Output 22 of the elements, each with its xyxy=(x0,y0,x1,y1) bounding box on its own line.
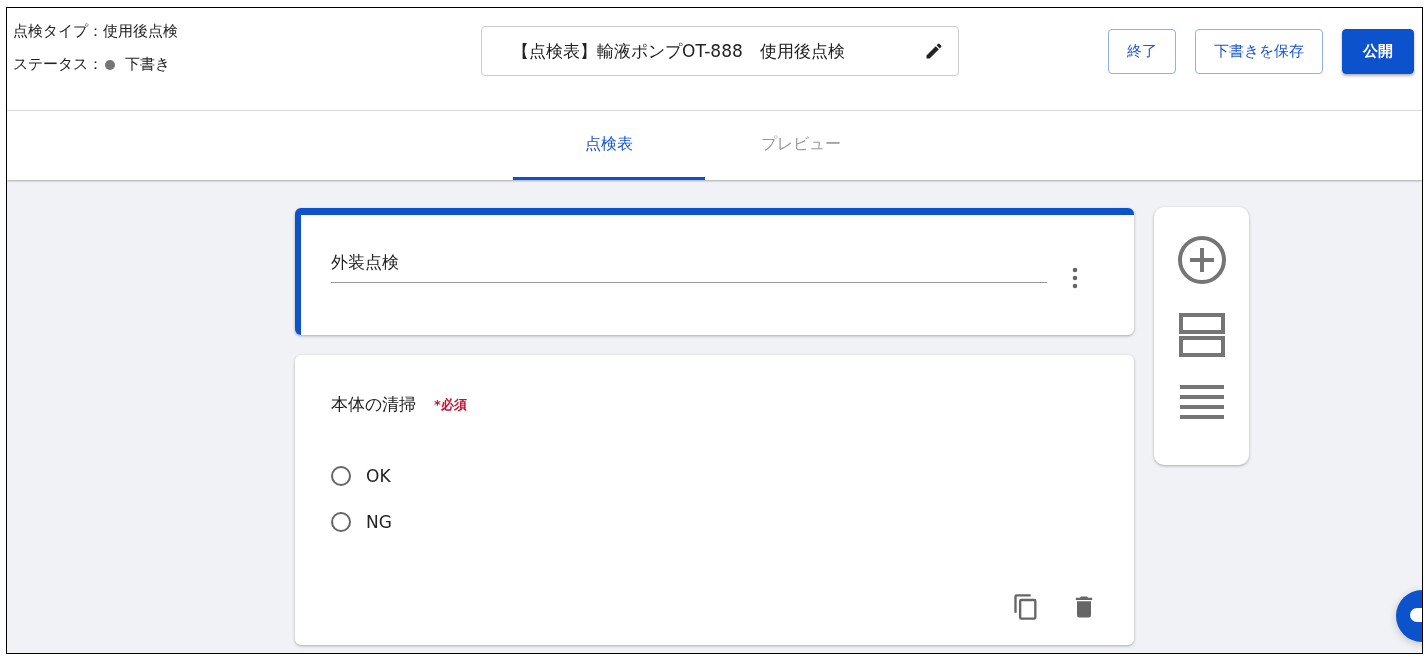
section-icon[interactable] xyxy=(1178,313,1225,357)
publish-button[interactable]: 公開 xyxy=(1342,29,1414,74)
inspection-type-label: 点検タイプ：使用後点検 xyxy=(13,22,179,41)
status-label: ステータス： xyxy=(13,55,103,74)
header-button[interactable]: 下書きを保存 xyxy=(1195,29,1323,74)
tab[interactable]: 点検表 xyxy=(512,111,705,180)
section-title-field[interactable]: 外装点検 xyxy=(331,251,1047,283)
option-label: OK xyxy=(366,466,391,486)
status-value: 下書き xyxy=(125,55,170,74)
copy-icon[interactable] xyxy=(1012,593,1040,621)
option-label: NG xyxy=(366,512,392,532)
status-dot-icon xyxy=(105,59,115,70)
required-label: *必須 xyxy=(434,395,467,414)
radio-button[interactable] xyxy=(331,512,351,532)
text-lines-icon[interactable] xyxy=(1179,385,1224,419)
form-title-field[interactable]: 【点検表】輸液ポンプOT-888 使用後点検 xyxy=(481,26,959,76)
add-circle-icon[interactable] xyxy=(1176,235,1227,285)
radio-button[interactable] xyxy=(331,466,351,486)
header-button[interactable]: 終了 xyxy=(1108,29,1176,74)
more-options-icon[interactable] xyxy=(1072,267,1078,289)
question-title: 本体の清掃 xyxy=(331,393,416,416)
pencil-icon[interactable] xyxy=(924,41,944,61)
